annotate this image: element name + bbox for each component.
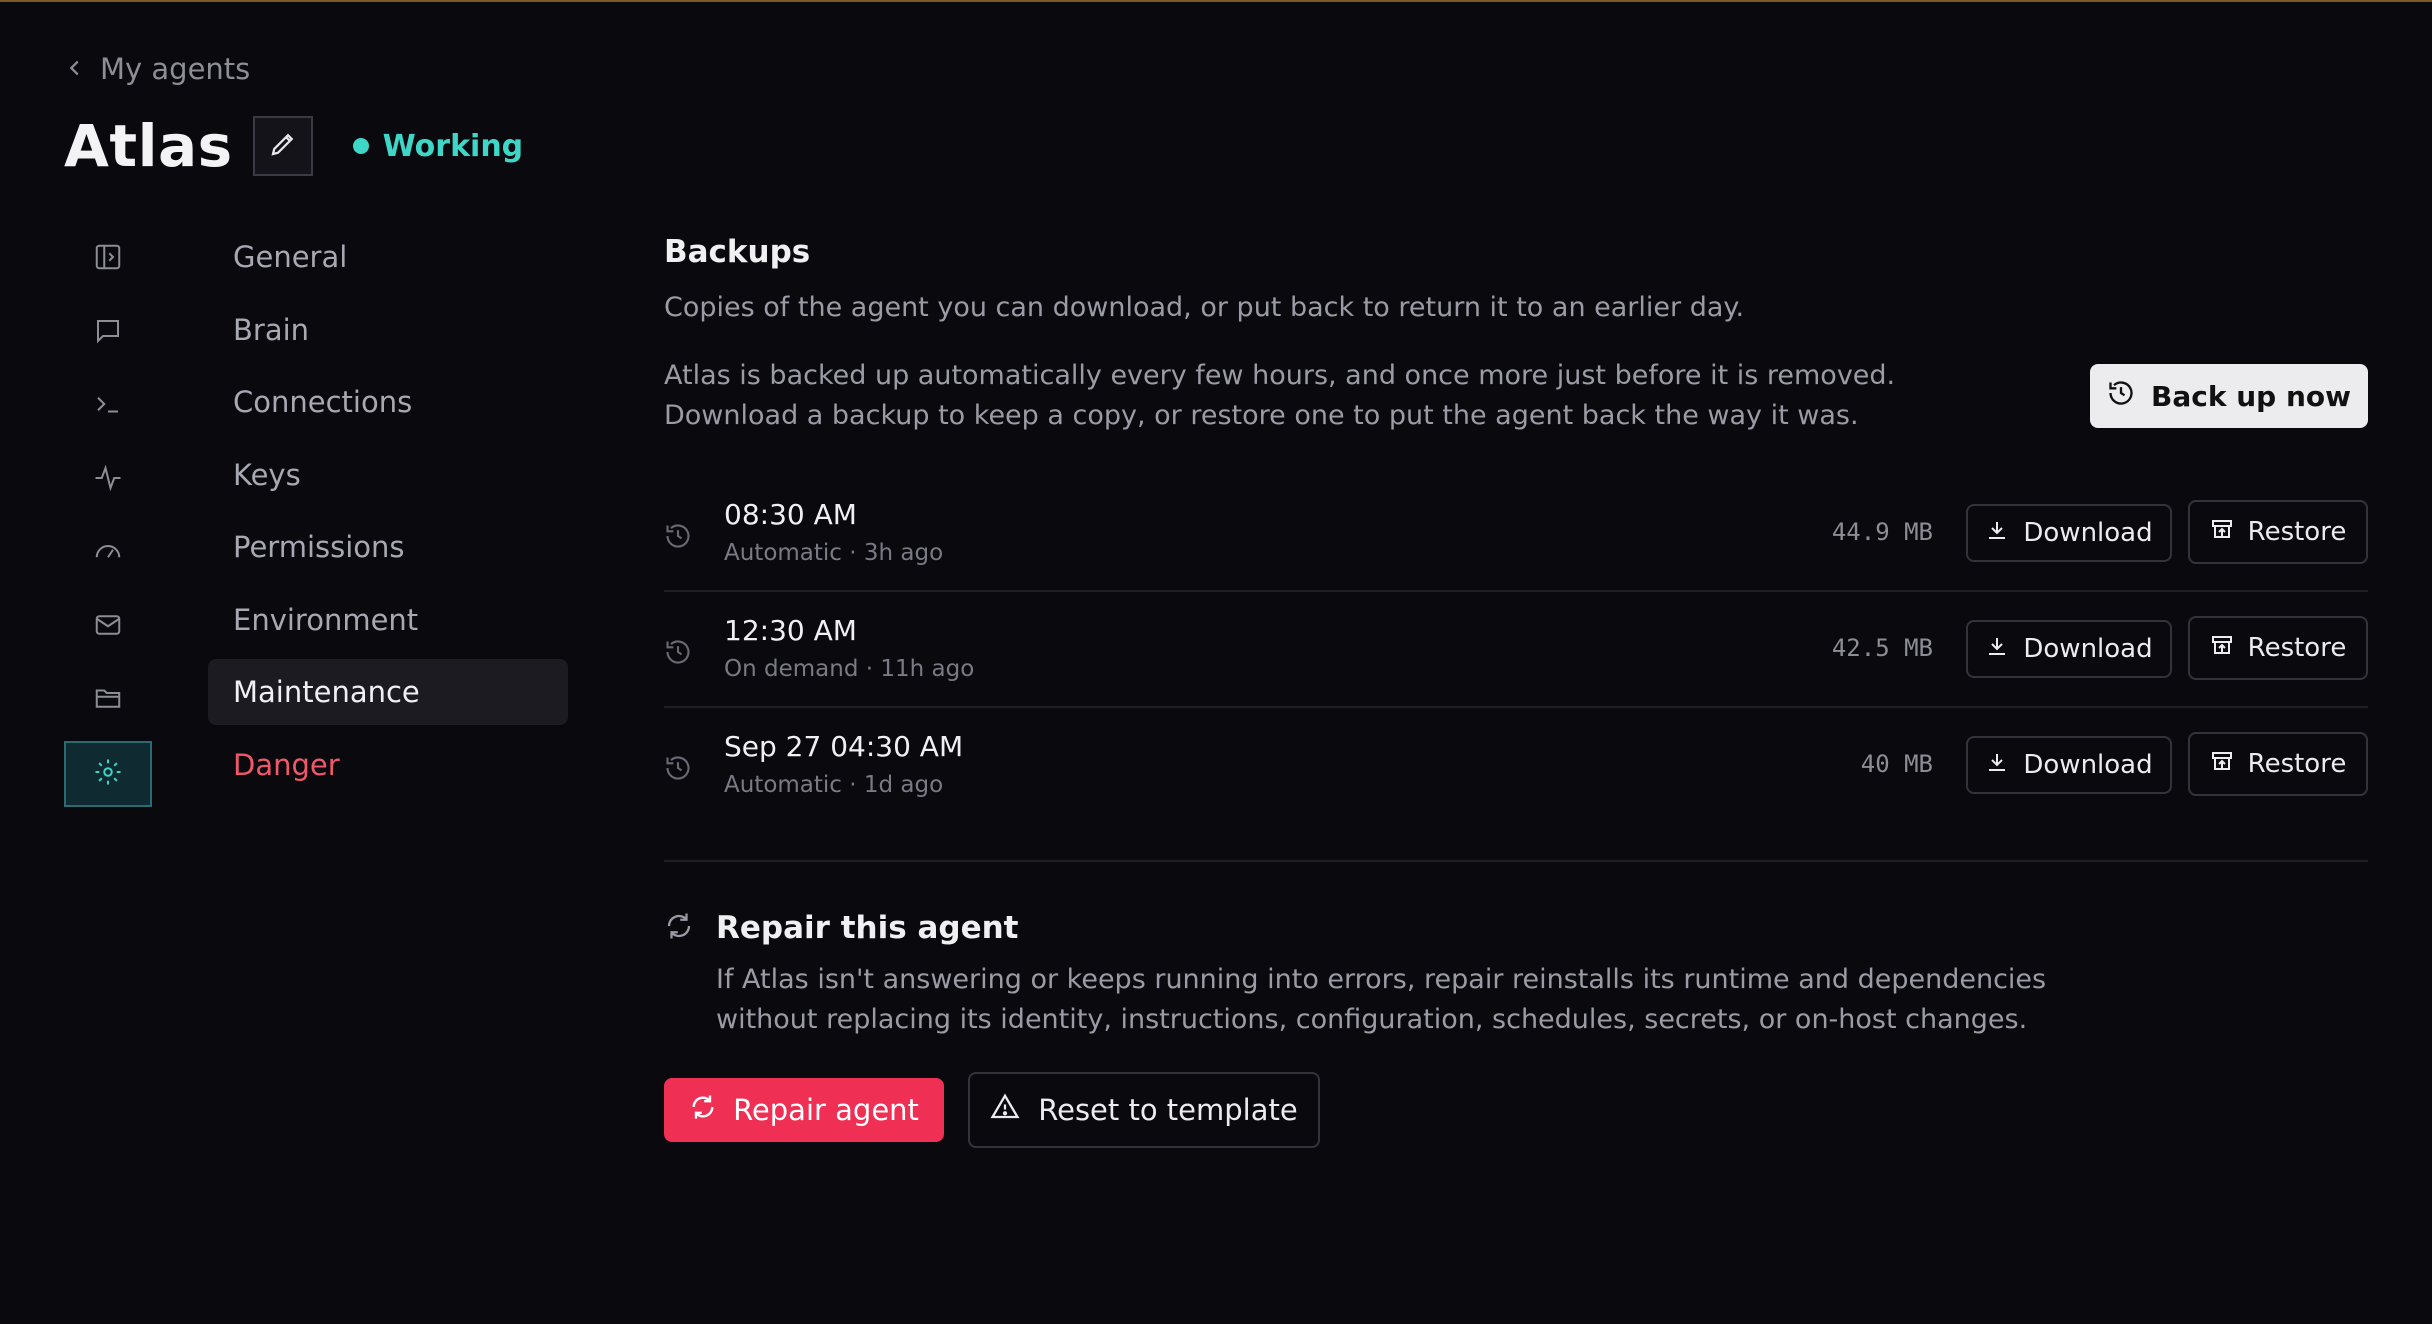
download-label: Download <box>2023 634 2153 664</box>
nav-item-keys[interactable]: Keys <box>208 442 568 508</box>
backup-size: 44.9 MB <box>1831 518 1933 546</box>
status-badge: Working <box>352 128 524 164</box>
rail-chat[interactable] <box>64 300 152 366</box>
refresh-icon <box>689 1093 717 1128</box>
nav-item-connections[interactable]: Connections <box>208 369 568 435</box>
pencil-icon <box>268 129 298 163</box>
nav-item-danger[interactable]: Danger <box>208 732 568 798</box>
restore-button[interactable]: Restore <box>2188 500 2368 564</box>
nav-item-permissions[interactable]: Permissions <box>208 514 568 580</box>
restore-label: Restore <box>2247 749 2347 779</box>
repair-heading: Repair this agent <box>664 910 1019 946</box>
archive-restore-icon <box>2210 749 2234 780</box>
section-divider <box>664 860 2368 862</box>
download-button[interactable]: Download <box>1966 504 2172 562</box>
restore-button[interactable]: Restore <box>2188 616 2368 680</box>
edit-name-button[interactable] <box>252 116 313 176</box>
chevron-left-icon <box>64 52 86 86</box>
nav-item-general[interactable]: General <box>208 224 568 290</box>
rail-folder[interactable] <box>64 667 152 733</box>
refresh-icon <box>664 911 694 945</box>
history-icon <box>2107 379 2135 414</box>
backups-title: Backups <box>664 234 811 270</box>
top-accent-line <box>0 0 2432 2</box>
folder-icon <box>93 683 123 717</box>
download-icon <box>1985 518 2009 549</box>
backup-time: 08:30 AM <box>724 498 857 531</box>
backup-list: 08:30 AM Automatic · 3h ago 44.9 MB Down… <box>664 476 2368 824</box>
panel-icon <box>93 242 123 276</box>
history-icon <box>664 522 692 550</box>
activity-icon <box>93 463 123 497</box>
back-link[interactable]: My agents <box>64 52 250 86</box>
nav-item-environment[interactable]: Environment <box>208 587 568 653</box>
rail-settings[interactable] <box>64 740 152 807</box>
history-icon <box>664 638 692 666</box>
archive-restore-icon <box>2210 517 2234 548</box>
backup-size: 40 MB <box>1860 750 1933 778</box>
archive-restore-icon <box>2210 633 2234 664</box>
backup-meta: Automatic · 3h ago <box>724 540 944 566</box>
agent-name: Atlas <box>64 112 233 180</box>
repair-agent-label: Repair agent <box>733 1093 919 1127</box>
icon-rail <box>64 226 152 814</box>
restore-label: Restore <box>2247 633 2347 663</box>
backup-meta: On demand · 11h ago <box>724 656 975 682</box>
reset-to-template-button[interactable]: Reset to template <box>968 1072 1320 1148</box>
download-icon <box>1985 634 2009 665</box>
download-icon <box>1985 750 2009 781</box>
backups-intro: Atlas is backed up automatically every f… <box>664 360 1896 431</box>
download-label: Download <box>2023 750 2153 780</box>
repair-agent-button[interactable]: Repair agent <box>664 1078 944 1142</box>
gear-icon <box>93 757 123 791</box>
back-up-now-label: Back up now <box>2151 379 2351 413</box>
backup-time: Sep 27 04:30 AM <box>724 730 964 763</box>
nav-item-maintenance[interactable]: Maintenance <box>208 659 568 725</box>
restore-label: Restore <box>2247 517 2347 547</box>
title-row: Atlas Working <box>64 112 523 180</box>
backup-time: 12:30 AM <box>724 614 857 647</box>
back-up-now-button[interactable]: Back up now <box>2090 364 2368 428</box>
backup-meta: Automatic · 1d ago <box>724 772 944 798</box>
terminal-icon <box>93 389 123 423</box>
settings-nav: General Brain Connections Keys Permissio… <box>208 224 568 804</box>
gauge-icon <box>93 536 123 570</box>
rail-activity[interactable] <box>64 447 152 513</box>
rail-mail[interactable] <box>64 594 152 660</box>
chat-icon <box>93 316 123 350</box>
warning-icon <box>990 1092 1020 1129</box>
rail-terminal[interactable] <box>64 373 152 439</box>
backup-row: 08:30 AM Automatic · 3h ago 44.9 MB Down… <box>664 476 2368 592</box>
backup-row: 12:30 AM On demand · 11h ago 42.5 MB Dow… <box>664 592 2368 708</box>
repair-title: Repair this agent <box>716 910 1019 946</box>
rail-panel[interactable] <box>64 226 152 292</box>
repair-description: If Atlas isn't answering or keeps runnin… <box>716 964 2047 1035</box>
status-dot <box>352 138 369 154</box>
backups-subtitle: Copies of the agent you can download, or… <box>664 292 1745 323</box>
backup-row: Sep 27 04:30 AM Automatic · 1d ago 40 MB… <box>664 708 2368 824</box>
repair-actions: Repair agent Reset to template <box>664 1072 1320 1148</box>
rail-gauge[interactable] <box>64 520 152 586</box>
restore-button[interactable]: Restore <box>2188 732 2368 796</box>
history-icon <box>664 754 692 782</box>
download-label: Download <box>2023 518 2153 548</box>
backup-size: 42.5 MB <box>1831 634 1933 662</box>
download-button[interactable]: Download <box>1966 736 2172 794</box>
nav-item-brain[interactable]: Brain <box>208 297 568 363</box>
back-label: My agents <box>100 52 251 86</box>
status-label: Working <box>382 128 524 164</box>
download-button[interactable]: Download <box>1966 620 2172 678</box>
mail-icon <box>93 610 123 644</box>
maintenance-panel: Backups Copies of the agent you can down… <box>664 234 2368 1148</box>
reset-to-template-label: Reset to template <box>1038 1093 1298 1127</box>
